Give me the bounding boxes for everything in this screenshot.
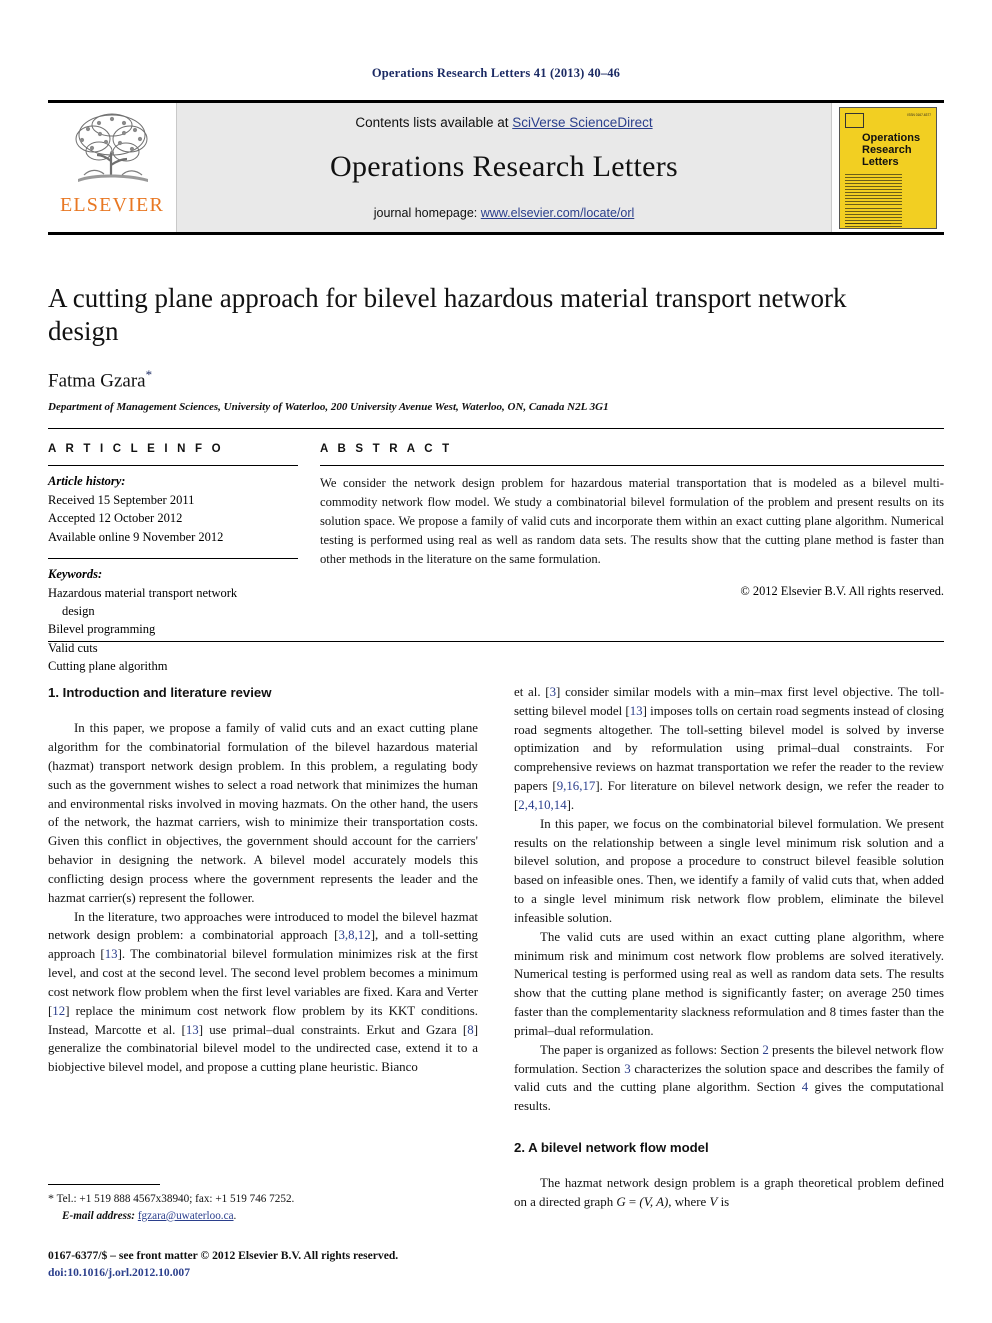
body-column-right: et al. [3] consider similar models with … — [514, 683, 944, 1212]
info-divider-1 — [48, 465, 298, 466]
footnote-email-line: E-mail address: fgzara@uwaterloo.ca. — [48, 1208, 478, 1225]
article-page: Operations Research Letters 41 (2013) 40… — [0, 0, 992, 1323]
running-head: Operations Research Letters 41 (2013) 40… — [371, 66, 621, 80]
journal-cover-wrap: ISSN 0167-6377 Operations Research Lette… — [832, 103, 944, 232]
email-period: . — [233, 1209, 237, 1222]
paragraph-text: The paper is organized as follows: Secti… — [540, 1042, 763, 1057]
contents-prefix: Contents lists available at — [355, 115, 513, 130]
section-2-heading: 2. A bilevel network flow model — [514, 1140, 709, 1156]
history-available-online: Available online 9 November 2012 — [48, 529, 224, 544]
journal-cover-thumbnail: ISSN 0167-6377 Operations Research Lette… — [839, 106, 937, 229]
cover-topbar: ISSN 0167-6377 — [845, 112, 931, 128]
homepage-prefix: journal homepage: — [373, 206, 481, 220]
paragraph-text: ]. — [566, 797, 575, 812]
banner-bottom-rule — [48, 232, 944, 235]
cover-footer-line — [845, 222, 891, 224]
paragraph: et al. [3] consider similar models with … — [514, 683, 944, 815]
footnote-marker: * — [48, 1191, 54, 1205]
keyword-item: Cutting plane algorithm — [48, 658, 168, 673]
abstract-block: A B S T R A C T We consider the network … — [320, 443, 944, 599]
citation-ref[interactable]: 2,4,10,14 — [518, 798, 566, 812]
affiliation: Department of Management Sciences, Unive… — [48, 401, 609, 414]
info-bottom-rule — [48, 641, 944, 642]
cover-badge-icon — [845, 112, 864, 128]
paragraph-text: , where — [668, 1195, 710, 1210]
keyword-item: design — [62, 604, 95, 618]
paragraph-text: is — [717, 1195, 730, 1210]
contents-available-line: Contents lists available at SciVerse Sci… — [355, 115, 652, 130]
citation-ref[interactable]: 13 — [630, 704, 643, 718]
elsevier-tree-icon — [75, 113, 148, 182]
info-divider-2 — [48, 557, 298, 559]
elsevier-wordmark: ELSEVIER — [59, 194, 165, 216]
section-1-heading: 1. Introduction and literature review — [48, 685, 272, 700]
history-received: Received 15 September 2011 — [48, 493, 195, 507]
keyword-item: Bilevel programming — [48, 622, 156, 637]
imprint-line: 0167-6377/$ – see front matter © 2012 El… — [48, 1249, 399, 1262]
footnote-contact-line: * Tel.: +1 519 888 4567x38940; fax: +1 5… — [48, 1189, 478, 1208]
citation-ref[interactable]: 12 — [52, 1004, 65, 1018]
email-address-label: E-mail address: — [62, 1209, 136, 1222]
citation-ref[interactable]: 13 — [105, 947, 118, 961]
paragraph: In this paper, we focus on the combinato… — [514, 816, 944, 925]
cover-toc-lines — [845, 173, 902, 228]
author-email-link[interactable]: fgzara@uwaterloo.ca — [138, 1210, 234, 1222]
paragraph: In the literature, two approaches were i… — [48, 908, 478, 1077]
article-history-label: Article history: — [48, 474, 126, 488]
imprint-block: 0167-6377/$ – see front matter © 2012 El… — [48, 1247, 518, 1282]
author-list: Fatma Gzara* — [48, 367, 878, 392]
doi-link[interactable]: doi:10.1016/j.orl.2012.10.007 — [48, 1264, 518, 1281]
citation-ref[interactable]: 9,16,17 — [557, 779, 596, 793]
math-symbol: (V, A) — [639, 1195, 669, 1210]
paragraph-text: et al. [ — [514, 685, 550, 699]
paragraph-text: = — [625, 1195, 640, 1210]
copyright-line: © 2012 Elsevier B.V. All rights reserved… — [740, 584, 944, 599]
paragraph-text: ] use primal–dual constraints. Erkut and… — [198, 1022, 468, 1037]
history-accepted: Accepted 12 October 2012 — [48, 511, 183, 526]
paragraph: In this paper, we propose a family of va… — [48, 721, 478, 905]
body-column-left: 1. Introduction and literature review In… — [48, 683, 478, 1077]
keywords-label: Keywords: — [48, 566, 103, 581]
paragraph: The hazmat network design problem is a g… — [514, 1174, 944, 1212]
article-info-label: A R T I C L E I N F O — [48, 443, 224, 455]
journal-homepage-link[interactable]: www.elsevier.com/locate/orl — [481, 206, 635, 220]
footnote-block: * Tel.: +1 519 888 4567x38940; fax: +1 5… — [48, 1189, 478, 1225]
journal-homepage-line: journal homepage: www.elsevier.com/locat… — [374, 206, 635, 220]
journal-title: Operations Research Letters — [330, 150, 678, 183]
abstract-label: A B S T R A C T — [320, 443, 453, 455]
info-top-rule — [48, 428, 944, 429]
paragraph: The valid cuts are used within an exact … — [514, 929, 944, 1038]
author-name: Fatma Gzara — [48, 370, 146, 392]
paragraph: The paper is organized as follows: Secti… — [514, 1041, 944, 1116]
title-block: A cutting plane approach for bilevel haz… — [48, 282, 878, 413]
publisher-logo: ELSEVIER — [48, 103, 176, 232]
page-title: A cutting plane approach for bilevel haz… — [48, 283, 847, 347]
abstract-text: We consider the network design problem f… — [320, 476, 944, 566]
citation-ref[interactable]: 3,8,12 — [338, 928, 370, 942]
keyword-item: Hazardous material transport network — [48, 585, 238, 600]
banner-center: Contents lists available at SciVerse Sci… — [176, 103, 832, 232]
footnote-rule — [48, 1184, 160, 1185]
footnote-tel: Tel.: +1 519 888 4567x38940; fax: +1 519… — [56, 1193, 295, 1205]
citation-ref[interactable]: 13 — [186, 1023, 199, 1037]
math-symbol: G — [616, 1195, 626, 1210]
cover-title: Operations Research Letters — [862, 131, 921, 169]
corresponding-author-marker: * — [145, 366, 153, 382]
abstract-divider — [320, 465, 944, 466]
journal-banner: ELSEVIER Contents lists available at Sci… — [48, 103, 944, 232]
sciencedirect-link[interactable]: SciVerse ScienceDirect — [512, 115, 652, 130]
cover-issn: ISSN 0167-6377 — [907, 112, 931, 117]
